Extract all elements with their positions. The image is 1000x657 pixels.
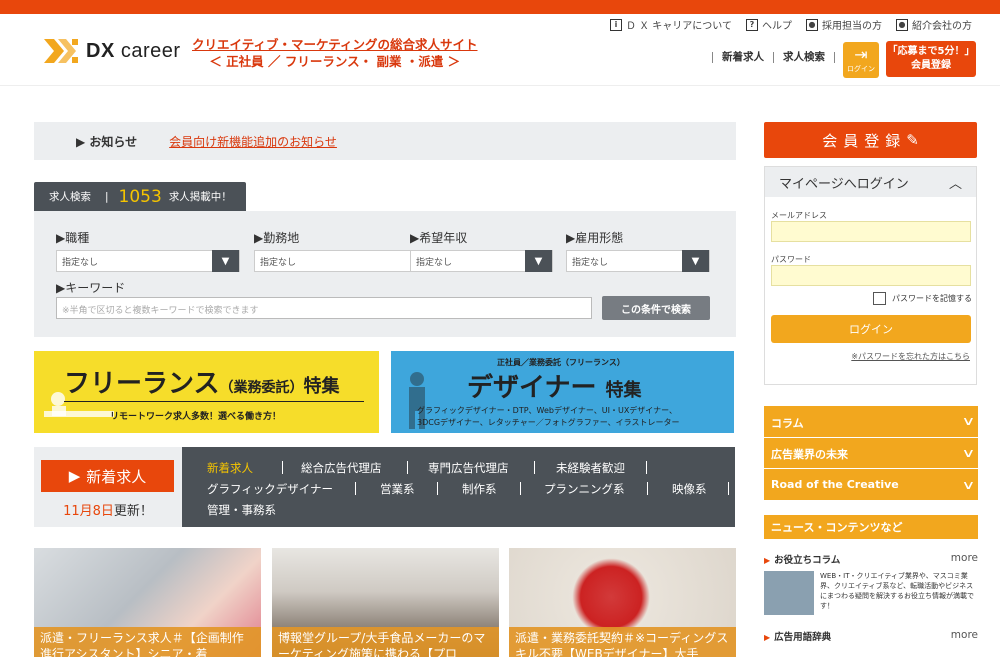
news-thumbnail (764, 571, 814, 615)
remember-password[interactable]: パスワードを記憶する (873, 292, 972, 305)
email-label: メールアドレス (771, 211, 827, 220)
employment-type-field: ▶雇用形態 指定なし ▼ (566, 229, 710, 272)
chevron-down-icon: ∨ (961, 446, 976, 460)
category-link[interactable]: 未経験者歓迎 (556, 460, 625, 476)
forgot-password-link[interactable]: ※パスワードを忘れた方はこちら (851, 351, 970, 362)
person-icon: ● (806, 18, 818, 31)
update-date: 11月8日更新！ (63, 504, 153, 519)
more-link[interactable]: more (951, 552, 978, 564)
sidebar-login-button[interactable]: ログイン (771, 315, 971, 343)
remember-checkbox[interactable] (873, 292, 886, 305)
category-link[interactable]: グラフィックデザイナー (207, 481, 333, 497)
useful-column-section: ▶ お役立ちコラム more (764, 552, 978, 566)
triangle-icon: ▶ (764, 556, 771, 565)
job-count: 1053 (118, 186, 162, 207)
job-category-links: 新着求人 総合広告代理店 専門広告代理店 未経験者歓迎 グラフィックデザイナー … (182, 447, 735, 527)
sidebar-menu: コラム ∨ 広告業界の未来 ∨ Road of the Creative ∨ (764, 406, 978, 500)
top-links: iＤ Ｘ キャリアについて ? ヘルプ ● 採用担当の方 ● 紹介会社の方 (609, 17, 972, 32)
notice-link[interactable]: 会員向け新機能追加のお知らせ (169, 133, 337, 150)
new-jobs-panel: ▶ 新着求人 11月8日更新！ (34, 447, 182, 527)
salary-field: ▶希望年収 指定なし ▼ (410, 229, 553, 272)
news-item[interactable]: WEB・IT・クリエイティブ業界や、マスコミ業界、クリエイティブ系など、転職活動… (764, 571, 978, 615)
job-card-title: 博報堂グループ/大手食品メーカーのマーケティング施策に携わる【プロ (272, 627, 499, 657)
job-card[interactable]: 博報堂グループ/大手食品メーカーのマーケティング施策に携わる【プロ (272, 548, 499, 657)
logo-mark-icon (44, 39, 78, 63)
category-link[interactable]: 総合広告代理店 (301, 460, 382, 476)
email-field[interactable] (771, 221, 971, 242)
employment-type-select[interactable]: 指定なし ▼ (566, 250, 710, 272)
notice-label: ▶ お知らせ (76, 134, 138, 149)
info-icon: i (609, 18, 622, 31)
new-jobs-button[interactable]: ▶ 新着求人 (41, 460, 174, 492)
chevron-up-icon: ︿ (948, 176, 962, 192)
more-link[interactable]: more (951, 629, 978, 641)
search-submit-button[interactable]: この条件で検索 (602, 296, 710, 320)
job-card-title: 派遣・フリーランス求人＃【企画制作進行アシスタント】シニア・着 (34, 627, 261, 657)
play-icon: ▶ (68, 467, 81, 485)
chevron-down-icon: ▼ (212, 250, 239, 272)
logo-text: DX career (86, 39, 181, 62)
menu-column[interactable]: コラム (771, 415, 804, 431)
login-arrow-icon: ⇥ (854, 45, 868, 64)
sidebar-register-button[interactable]: 会員登録 ✎ (764, 122, 977, 158)
chevron-down-icon: ▼ (682, 250, 709, 272)
category-link[interactable]: 専門広告代理店 (428, 460, 509, 476)
chevron-down-icon: ∨ (961, 414, 976, 428)
occupation-field: ▶職種 指定なし ▼ (56, 229, 240, 272)
site-header: DX career クリエイティブ・マーケティングの総合求人サイト ＜ 正社員 … (0, 14, 1000, 86)
glossary-section: ▶ 広告用語辞典 more (764, 629, 978, 643)
help-icon: ? (746, 18, 758, 31)
freelance-feature-banner[interactable]: フリーランス（業務委託）特集 リモートワーク求人多数！選べる働き方！ (34, 351, 379, 433)
password-field[interactable] (771, 265, 971, 286)
mypage-login-panel: マイページへログイン ︿ メールアドレス パスワード パスワードを記憶する ログ… (764, 166, 977, 385)
occupation-select[interactable]: 指定なし ▼ (56, 250, 240, 272)
news-header: ニュース・コンテンツなど (764, 515, 978, 539)
category-link[interactable]: 新着求人 (207, 460, 253, 476)
login-panel-header[interactable]: マイページへログイン ︿ (765, 167, 976, 197)
chevron-down-icon: ∨ (961, 478, 976, 492)
search-panel: ▶職種 指定なし▼ ▶勤務地 指定なし▼ ▶希望年収 指定なし▼ ▶雇用形態 指… (34, 211, 736, 337)
employer-link[interactable]: ● 採用担当の方 (806, 17, 882, 32)
about-link[interactable]: iＤ Ｘ キャリアについて (609, 17, 732, 32)
nav-job-search[interactable]: 求人検索 (773, 52, 835, 63)
notice-bar: ▶ お知らせ 会員向け新機能追加のお知らせ (34, 122, 736, 160)
keyword-input[interactable]: ※半角で区切ると複数キーワードで検索できます (56, 297, 592, 319)
salary-select[interactable]: 指定なし ▼ (410, 250, 553, 272)
job-card-title: 派遣・業務委託契約＃※コーディングスキル不要【WEBデザイナー】大手 (509, 627, 736, 657)
category-link[interactable]: 映像系 (672, 481, 707, 497)
site-tagline: クリエイティブ・マーケティングの総合求人サイト ＜ 正社員 ／ フリーランス・ … (192, 36, 478, 70)
category-link[interactable]: 管理・事務系 (207, 502, 276, 518)
tagline-line2: ＜ 正社員 ／ フリーランス・ 副業 ・派遣 ＞ (209, 54, 461, 69)
site-logo[interactable]: DX career (42, 36, 181, 66)
password-label: パスワード (771, 255, 811, 264)
person-icon: ● (896, 18, 908, 31)
job-card[interactable]: 派遣・業務委託契約＃※コーディングスキル不要【WEBデザイナー】大手 (509, 548, 736, 657)
category-link[interactable]: 制作系 (462, 481, 497, 497)
keyword-label: ▶キーワード (56, 281, 126, 295)
chevron-down-icon: ▼ (525, 250, 552, 272)
header-login-button[interactable]: ⇥ ログイン (843, 42, 879, 78)
menu-future[interactable]: 広告業界の未来 (771, 446, 848, 462)
designer-feature-banner[interactable]: 正社員／業務委託（フリーランス） デザイナー 特集 グラフィックデザイナー・DT… (391, 351, 734, 433)
header-nav: 新着求人 求人検索 (712, 52, 835, 63)
menu-road[interactable]: Road of the Creative (771, 478, 899, 491)
agency-link[interactable]: ● 紹介会社の方 (896, 17, 972, 32)
header-register-button[interactable]: 「応募まで5分！」 会員登録 (886, 41, 976, 77)
triangle-icon: ▶ (764, 633, 771, 642)
help-link[interactable]: ? ヘルプ (746, 17, 792, 32)
category-link[interactable]: プランニング系 (544, 481, 625, 497)
top-accent-bar (0, 0, 1000, 14)
category-link[interactable]: 営業系 (380, 481, 415, 497)
search-tab: 求人検索 | 1053 求人掲載中！ (34, 182, 246, 211)
pencil-icon: ✎ (906, 131, 919, 149)
nav-new-jobs[interactable]: 新着求人 (712, 52, 773, 63)
job-card[interactable]: 派遣・フリーランス求人＃【企画制作進行アシスタント】シニア・着 (34, 548, 261, 657)
tagline-line1: クリエイティブ・マーケティングの総合求人サイト (192, 37, 478, 52)
